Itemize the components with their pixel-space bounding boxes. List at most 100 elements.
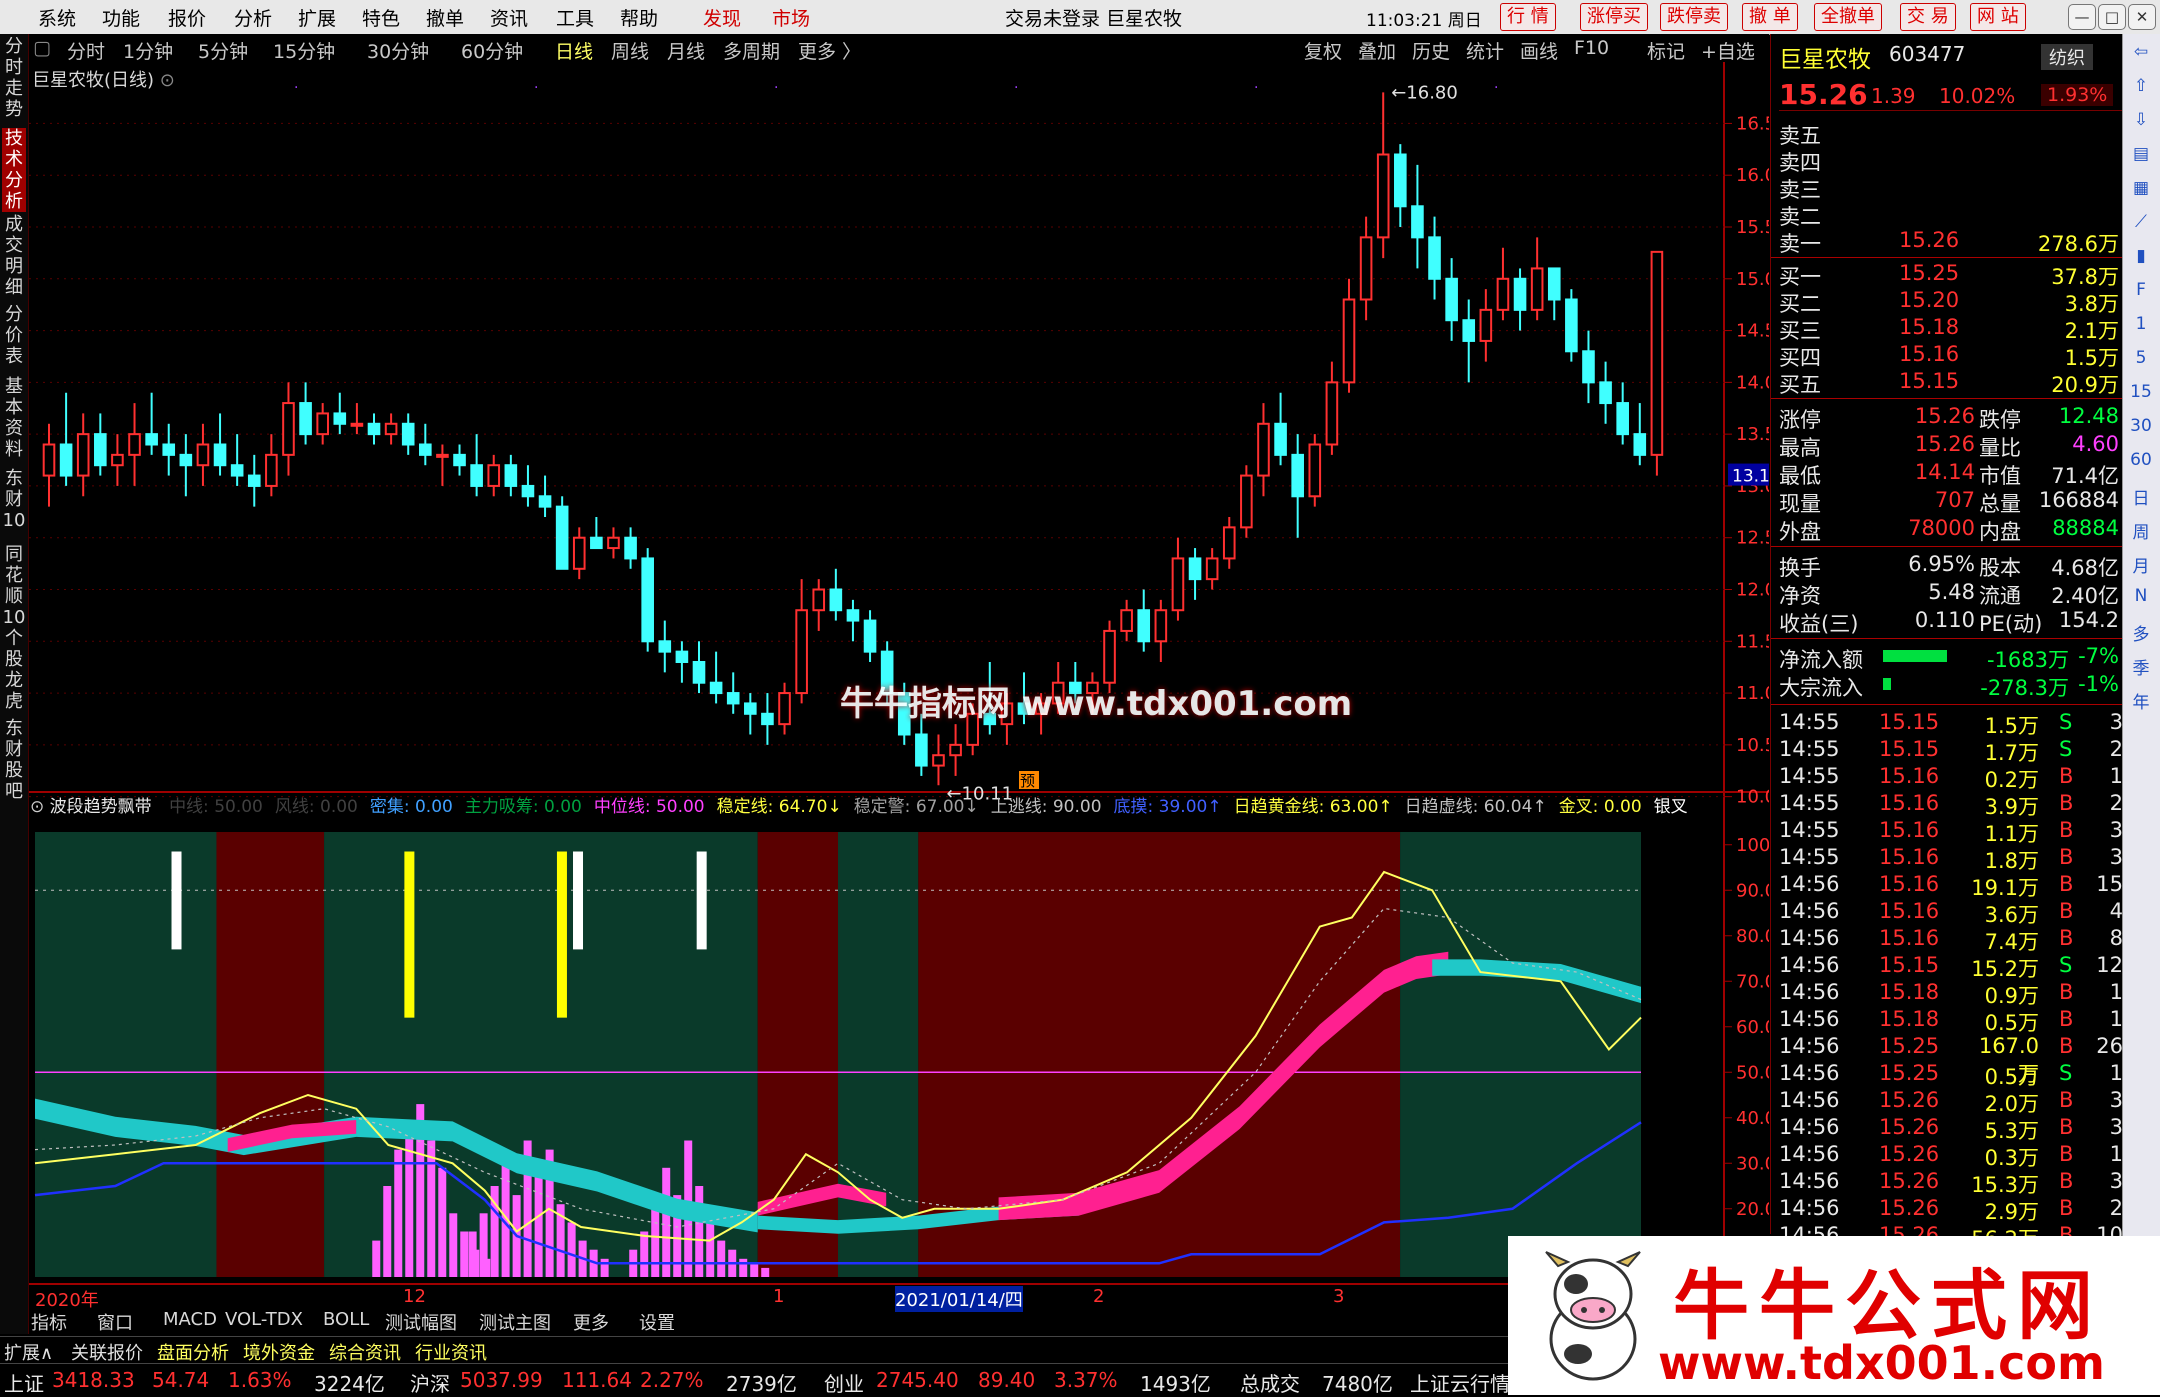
chart-tool-button[interactable]: 标记 (1647, 37, 1685, 64)
period-tab[interactable]: 日线 (555, 37, 593, 64)
chart-tool-button[interactable]: 复权 (1304, 37, 1342, 64)
menu-market[interactable]: 市场 (772, 4, 810, 31)
日-icon[interactable]: 日 (2130, 484, 2152, 509)
period-tab[interactable]: 多周期 (723, 37, 780, 64)
多-icon[interactable]: 多 (2130, 620, 2152, 645)
panel-tab[interactable]: 综合资讯 (329, 1339, 401, 1365)
trade-button[interactable]: 全撤单 (1814, 3, 1882, 31)
menu-item[interactable]: 系统 (38, 4, 76, 31)
arrow-down-icon[interactable]: ⇩ (2130, 110, 2152, 132)
年-icon[interactable]: 年 (2130, 688, 2152, 713)
trade-button[interactable]: 行 情 (1500, 3, 1556, 31)
ask-row[interactable]: 卖一 15.26 278.6万 (1779, 228, 2119, 256)
panel-tab[interactable]: 扩展∧ (4, 1339, 53, 1365)
chart-icon[interactable]: ▤ (2130, 144, 2152, 166)
trade-button[interactable]: 跌停卖 (1660, 3, 1728, 31)
left-tab[interactable]: 分价表 (2, 304, 26, 367)
indicator-toggle-icon[interactable]: ⊙ (30, 797, 44, 816)
trade-button[interactable]: 交 易 (1900, 3, 1956, 31)
bid-row[interactable]: 买五 15.15 20.9万 (1779, 369, 2119, 397)
menu-item[interactable]: 工具 (556, 4, 594, 31)
panel-tab[interactable]: 关联报价 (71, 1339, 143, 1365)
indicator-tab[interactable]: 测试幅图 (385, 1309, 457, 1335)
menu-item[interactable]: 特色 (362, 4, 400, 31)
panel-tab[interactable]: 境外资金 (243, 1339, 315, 1365)
N-icon[interactable]: N (2130, 586, 2152, 608)
60-icon[interactable]: 60 (2130, 450, 2152, 472)
line-icon[interactable]: ⟋ (2130, 212, 2152, 234)
bid-row[interactable]: 买一 15.25 37.8万 (1779, 261, 2119, 289)
bid-row[interactable]: 买二 15.20 3.8万 (1779, 288, 2119, 316)
indicator-tab[interactable]: VOL-TDX (225, 1309, 303, 1330)
left-tab[interactable]: 东财10 (2, 468, 26, 531)
sector-badge[interactable]: 纺织 (2041, 44, 2093, 70)
indicator-tab[interactable]: 测试主图 (479, 1309, 551, 1335)
period-tab[interactable]: 1分钟 (123, 37, 173, 64)
maximize-button[interactable]: □ (2098, 4, 2126, 30)
panel-tab[interactable]: 行业资讯 (415, 1339, 487, 1365)
period-tab[interactable]: 月线 (667, 37, 705, 64)
menu-item[interactable]: 功能 (102, 4, 140, 31)
grid-icon[interactable]: ▦ (2130, 178, 2152, 200)
indicator-tab[interactable]: 设置 (639, 1309, 675, 1335)
info-icon[interactable]: ⊙ (160, 70, 175, 91)
left-tab[interactable]: 技术分析 (2, 128, 26, 212)
left-tab[interactable]: 同花顺10 (2, 544, 26, 628)
chart-tool-button[interactable]: 统计 (1466, 37, 1504, 64)
15-icon[interactable]: 15 (2130, 382, 2152, 404)
chart-tool-button[interactable]: F10 (1574, 37, 1609, 59)
close-button[interactable]: ✕ (2128, 4, 2156, 30)
arrow-left-icon[interactable]: ⇦ (2130, 42, 2152, 64)
季-icon[interactable]: 季 (2130, 654, 2152, 679)
left-tab[interactable]: 个股龙虎 (2, 628, 26, 712)
candle-icon[interactable]: ▮ (2130, 246, 2152, 268)
period-tab[interactable]: 分时 (67, 37, 105, 64)
indicator-tab[interactable]: MACD (163, 1309, 217, 1330)
arrow-up-icon[interactable]: ⇧ (2130, 76, 2152, 98)
5-icon[interactable]: 5 (2130, 348, 2152, 370)
周-icon[interactable]: 周 (2130, 518, 2152, 543)
period-tab[interactable]: 周线 (611, 37, 649, 64)
indicator-name[interactable]: 波段趋势飘带 (50, 797, 152, 816)
period-tab[interactable]: 60分钟 (461, 37, 523, 64)
minimize-button[interactable]: — (2068, 4, 2096, 30)
left-tab[interactable]: 成交明细 (2, 214, 26, 298)
bid-row[interactable]: 买四 15.16 1.5万 (1779, 342, 2119, 370)
chart-tool-button[interactable]: 叠加 (1358, 37, 1396, 64)
period-tab[interactable]: 30分钟 (367, 37, 429, 64)
left-tab[interactable]: 基本资料 (2, 376, 26, 460)
period-tab[interactable]: 更多 〉 (798, 37, 861, 64)
bid-row[interactable]: 买三 15.18 2.1万 (1779, 315, 2119, 343)
period-tab[interactable]: 5分钟 (198, 37, 248, 64)
left-tab[interactable]: 东财股吧 (2, 718, 26, 802)
cloud-quote[interactable]: 上证云行情 (1410, 1368, 1510, 1397)
menu-item[interactable]: 分析 (234, 4, 272, 31)
ask-row[interactable]: 卖五 (1779, 120, 2119, 148)
menu-item[interactable]: 撤单 (426, 4, 464, 31)
indicator-tab[interactable]: 指标 (31, 1309, 67, 1335)
30-icon[interactable]: 30 (2130, 416, 2152, 438)
indicator-tab[interactable]: BOLL (323, 1309, 369, 1330)
menu-item[interactable]: 帮助 (620, 4, 658, 31)
trade-button[interactable]: 撤 单 (1742, 3, 1798, 31)
ask-row[interactable]: 卖二 (1779, 201, 2119, 229)
chart-tool-button[interactable]: +自选 (1701, 37, 1755, 64)
F10-icon[interactable]: F (2130, 280, 2152, 302)
ask-row[interactable]: 卖四 (1779, 147, 2119, 175)
月-icon[interactable]: 月 (2130, 552, 2152, 577)
layout-icon[interactable]: ▢ (33, 37, 51, 59)
panel-tab[interactable]: 盘面分析 (157, 1339, 229, 1365)
period-tab[interactable]: 15分钟 (273, 37, 335, 64)
menu-item[interactable]: 报价 (168, 4, 206, 31)
trade-button[interactable]: 网 站 (1970, 3, 2026, 31)
indicator-tab[interactable]: 更多 (573, 1309, 609, 1335)
ask-row[interactable]: 卖三 (1779, 174, 2119, 202)
indicator-tab[interactable]: 窗口 (97, 1309, 133, 1335)
menu-item[interactable]: 资讯 (490, 4, 528, 31)
menu-discover[interactable]: 发现 (703, 4, 741, 31)
left-tab[interactable]: 分时走势 (2, 36, 26, 120)
1-icon[interactable]: 1 (2130, 314, 2152, 336)
chart-tool-button[interactable]: 画线 (1520, 37, 1558, 64)
trade-button[interactable]: 涨停买 (1580, 3, 1648, 31)
menu-item[interactable]: 扩展 (298, 4, 336, 31)
